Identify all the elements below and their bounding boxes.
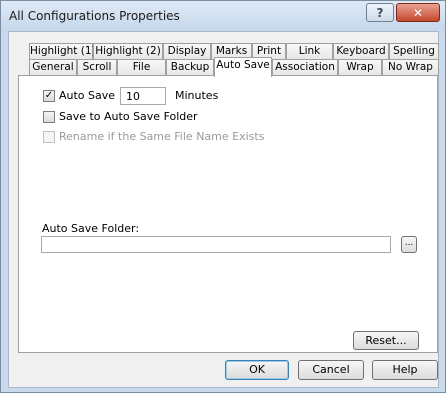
tab-highlight-1[interactable]: Highlight (1) (29, 43, 96, 60)
title-help-button[interactable]: ? (366, 3, 394, 22)
tab-association[interactable]: Association (272, 59, 338, 76)
tab-scroll[interactable]: Scroll (77, 59, 117, 76)
ok-button[interactable]: OK (225, 360, 289, 380)
tab-spelling[interactable]: Spelling (389, 43, 439, 60)
question-icon: ? (376, 5, 384, 20)
tab-wrap[interactable]: Wrap (338, 59, 382, 76)
auto-save-folder-input[interactable] (41, 236, 391, 253)
tab-file[interactable]: File (117, 59, 166, 76)
tab-general[interactable]: General (29, 59, 77, 76)
tab-backup[interactable]: Backup (166, 59, 214, 76)
properties-dialog: All Configurations Properties ? ✕ Highli… (0, 0, 446, 393)
minutes-input[interactable] (120, 87, 166, 105)
tab-keyboard[interactable]: Keyboard (333, 43, 389, 60)
auto-save-panel: ✓ Auto Save Minutes Save to Auto Save Fo… (18, 75, 438, 353)
tab-link[interactable]: Link (286, 43, 333, 60)
dialog-client: Highlight (1) Highlight (2) Display Mark… (8, 31, 439, 388)
dialog-title: All Configurations Properties (9, 9, 180, 23)
help-button[interactable]: Help (372, 360, 438, 380)
tab-highlight-2[interactable]: Highlight (2) (93, 43, 163, 60)
checkmark-icon: ✓ (44, 90, 54, 101)
tab-no-wrap[interactable]: No Wrap (382, 59, 439, 76)
rename-checkbox[interactable] (43, 131, 55, 143)
auto-save-checkbox[interactable]: ✓ (43, 90, 55, 102)
minutes-label: Minutes (175, 89, 219, 102)
title-bar[interactable]: All Configurations Properties ? ✕ (1, 1, 445, 31)
save-to-folder-checkbox[interactable] (43, 111, 55, 123)
reset-button[interactable]: Reset... (353, 331, 419, 350)
rename-label: Rename if the Same File Name Exists (59, 130, 265, 143)
tab-display[interactable]: Display (163, 43, 211, 60)
cancel-button[interactable]: Cancel (298, 360, 364, 380)
browse-folder-button[interactable]: ... (401, 236, 417, 253)
auto-save-folder-label: Auto Save Folder: (42, 222, 140, 235)
title-close-button[interactable]: ✕ (396, 3, 440, 22)
save-to-folder-label: Save to Auto Save Folder (59, 110, 198, 123)
auto-save-label: Auto Save (59, 89, 116, 102)
tab-auto-save[interactable]: Auto Save (214, 57, 272, 77)
close-icon: ✕ (412, 5, 424, 20)
